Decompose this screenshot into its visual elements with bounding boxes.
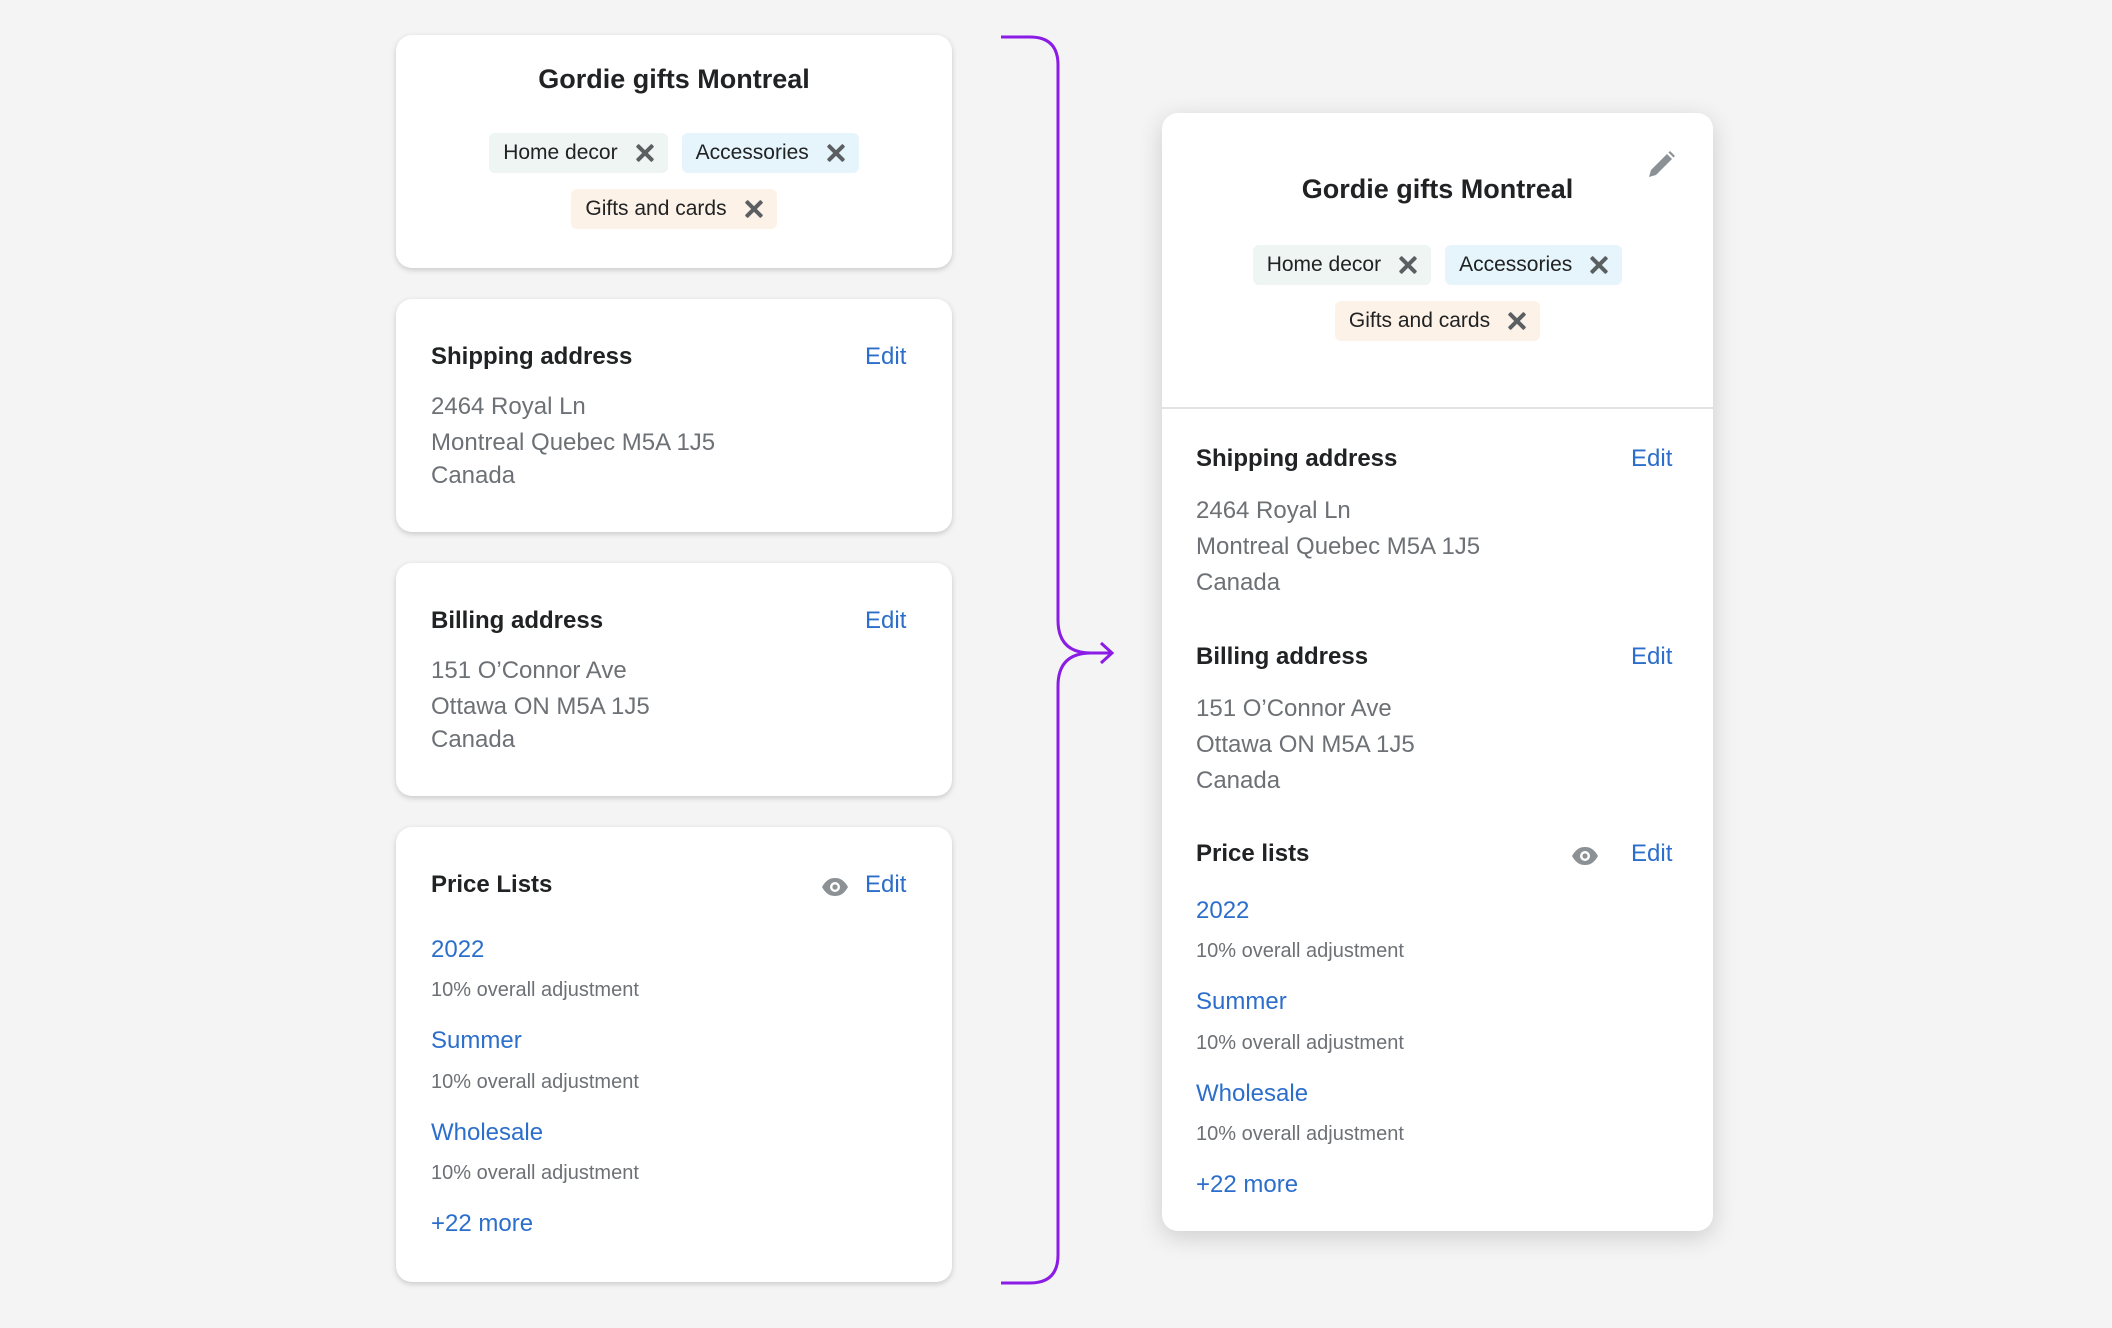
billing-heading: Billing address xyxy=(1196,643,1369,670)
price-list-link-2022[interactable]: 2022 xyxy=(1196,896,1249,926)
price-lists-heading: Price lists xyxy=(1196,840,1310,867)
tag-label: Accessories xyxy=(1459,253,1573,276)
price-list-note: 10% overall adjustment xyxy=(1196,940,1404,962)
close-icon[interactable] xyxy=(1399,256,1417,274)
more-price-lists-link[interactable]: +22 more xyxy=(1196,1170,1298,1200)
bracket-line xyxy=(1001,35,1115,1285)
tag-accessories: Accessories xyxy=(1445,245,1623,285)
price-list-note: 10% overall adjustment xyxy=(1196,1123,1404,1145)
address-line: 151 O’Connor Ave xyxy=(1196,695,1392,722)
tag-home-decor: Home decor xyxy=(1252,245,1432,285)
divider xyxy=(1162,407,1713,409)
billing-edit-link[interactable]: Edit xyxy=(1631,642,1672,672)
eye-icon[interactable] xyxy=(1570,841,1600,871)
tag-label: Home decor xyxy=(1266,253,1382,276)
tag-label: Gifts and cards xyxy=(1348,309,1491,332)
shipping-edit-link[interactable]: Edit xyxy=(1631,444,1672,474)
address-line: Canada xyxy=(1196,767,1281,794)
address-line: Canada xyxy=(1196,569,1281,596)
price-list-link-wholesale[interactable]: Wholesale xyxy=(1196,1079,1308,1109)
close-icon[interactable] xyxy=(1590,256,1608,274)
address-line: 2464 Royal Ln xyxy=(1196,497,1351,524)
close-icon[interactable] xyxy=(1508,312,1526,330)
merge-bracket-arrow xyxy=(1001,35,1115,1285)
price-list-link-summer[interactable]: Summer xyxy=(1196,987,1287,1017)
price-list-note: 10% overall adjustment xyxy=(1196,1032,1404,1054)
price-lists-edit-link[interactable]: Edit xyxy=(1631,839,1672,869)
combined-card: Gordie gifts Montreal Home decor Accesso… xyxy=(1162,113,1713,1231)
tag-gifts-and-cards: Gifts and cards xyxy=(1334,301,1541,341)
address-line: Ottawa ON M5A 1J5 xyxy=(1196,731,1415,758)
shipping-heading: Shipping address xyxy=(1196,445,1398,472)
company-title: Gordie gifts Montreal xyxy=(1301,174,1574,204)
address-line: Montreal Quebec M5A 1J5 xyxy=(1196,533,1481,560)
